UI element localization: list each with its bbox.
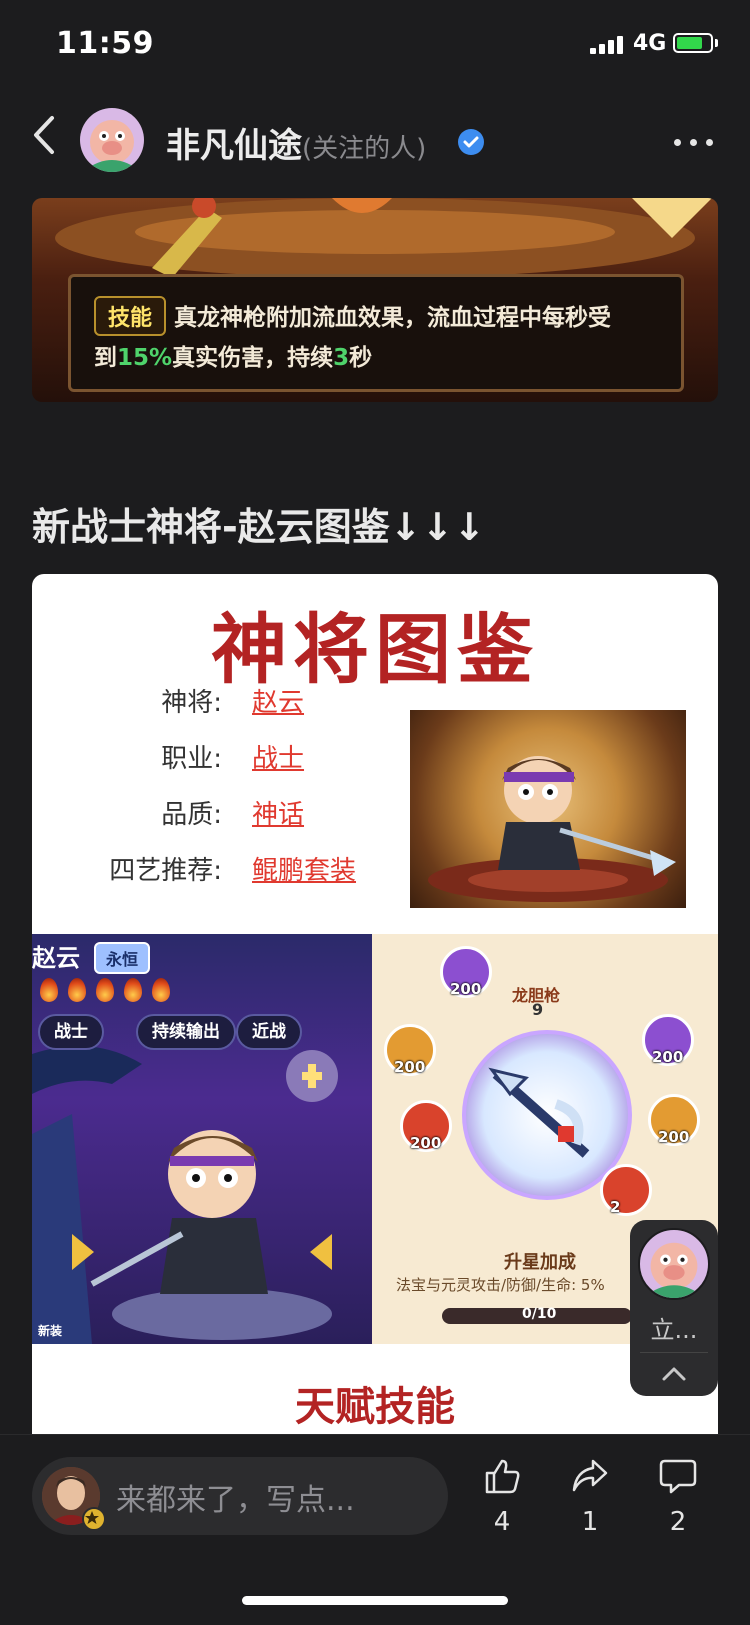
account-title: 非凡仙途: [166, 126, 302, 166]
hero-portrait: [410, 710, 686, 908]
game-hero-name: 赵云: [32, 944, 80, 972]
battery-cap: [715, 39, 718, 47]
account-name[interactable]: 非凡仙途(关注的人): [166, 118, 426, 167]
dot-icon: [706, 139, 713, 146]
skill-text-line2: 到15%真实伤害，持续3秒: [94, 338, 372, 378]
verified-icon: [458, 129, 484, 155]
stat-value: 200: [658, 1128, 690, 1146]
info-key: 品质:: [161, 800, 222, 830]
chevron-left-icon: [34, 116, 54, 154]
comment-input[interactable]: 来都来了，写点...: [32, 1457, 448, 1535]
star-progress-text: 0/10: [522, 1306, 557, 1322]
flame-icon: [68, 978, 86, 1002]
hero-tag: 战士: [38, 1014, 104, 1050]
network-type: 4G: [633, 31, 667, 56]
pig-avatar-icon: [648, 1242, 700, 1298]
divider: [640, 1352, 708, 1353]
chevron-up-icon: [662, 1367, 686, 1381]
stat-value: 200: [652, 1048, 684, 1066]
info-key: 职业:: [161, 744, 222, 774]
flame-icon: [40, 978, 58, 1002]
like-button[interactable]: 4: [472, 1457, 532, 1547]
section-heading: 新战士神将-赵云图鉴↓↓↓: [32, 505, 486, 549]
info-value-link[interactable]: 战士: [252, 738, 304, 775]
floating-author-label[interactable]: 立...: [630, 1310, 718, 1345]
stat-value-partial: 2: [610, 1198, 621, 1216]
share-count: 1: [581, 1507, 599, 1537]
stat-value: 200: [410, 1134, 442, 1152]
rank-badge: 永恒: [94, 942, 151, 974]
home-indicator[interactable]: [242, 1596, 508, 1605]
hero-character-illustration: [428, 756, 676, 902]
back-button[interactable]: [24, 110, 68, 160]
comment-button[interactable]: 2: [648, 1457, 708, 1547]
hero-tag: 近战: [236, 1014, 302, 1050]
floating-author-avatar[interactable]: [638, 1228, 710, 1300]
dot-icon: [674, 139, 681, 146]
upgrade-title: 升星加成: [504, 1252, 576, 1273]
stat-orb: [600, 1164, 652, 1216]
pig-avatar-icon: [88, 120, 136, 172]
skill-text-line1: 真龙神枪附加流血效果，流血过程中每秒受: [174, 305, 611, 331]
dot-icon: [690, 139, 697, 146]
spear-icon: [488, 1067, 590, 1158]
info-key: 神将:: [161, 688, 222, 718]
stat-value: 200: [450, 980, 482, 998]
comment-count: 2: [669, 1507, 687, 1537]
comment-bubble-icon: [659, 1459, 697, 1494]
hero-guide-image[interactable]: 神将图鉴 神将: 赵云 职业: 战士 品质: 神话 四艺推荐: 鲲鹏套装 赵云 …: [32, 574, 718, 1434]
skill-text-a: 到: [94, 345, 117, 371]
talent-heading: 天赋技能: [295, 1384, 455, 1430]
info-key: 四艺推荐:: [109, 856, 222, 886]
skill-tag: 技能: [94, 296, 167, 336]
hero-tag: 持续输出: [136, 1014, 236, 1050]
floating-author-widget[interactable]: 立...: [630, 1220, 718, 1396]
info-value-link[interactable]: 赵云: [252, 682, 304, 719]
vip-star-icon: [82, 1507, 106, 1531]
hero-display-panel: 赵云 永恒 战士 持续输出 近战 新装: [32, 934, 372, 1344]
follow-status: (关注的人): [302, 134, 427, 164]
author-avatar[interactable]: [80, 108, 144, 172]
upgrade-description: 法宝与元灵攻击/防御/生命: 5%: [396, 1276, 605, 1294]
status-time: 11:59: [56, 26, 154, 61]
share-button[interactable]: 1: [560, 1457, 620, 1547]
flame-icon: [96, 978, 114, 1002]
share-icon: [572, 1459, 608, 1492]
comment-placeholder: 来都来了，写点...: [116, 1483, 355, 1518]
info-value-link[interactable]: 鲲鹏套装: [252, 850, 356, 887]
stat-value: 200: [394, 1058, 426, 1076]
flame-icon: [124, 978, 142, 1002]
skill-duration: 3: [333, 345, 350, 371]
info-value-link[interactable]: 神话: [252, 794, 304, 831]
skill-text-c: 秒: [349, 345, 373, 371]
like-count: 4: [493, 1507, 511, 1537]
info-row-recommend: 四艺推荐: 鲲鹏套装: [72, 850, 392, 890]
skill-text-b: 真实伤害，持续: [172, 345, 334, 371]
collapse-button[interactable]: [660, 1364, 688, 1384]
thumbs-up-icon: [485, 1459, 520, 1494]
info-row-quality: 品质: 神话: [72, 794, 392, 834]
weapon-level: 9: [532, 1000, 544, 1019]
more-options-button[interactable]: [672, 130, 716, 154]
battery-icon: [673, 33, 713, 53]
info-row-class: 职业: 战士: [72, 738, 392, 778]
signal-icon: [590, 36, 626, 54]
skill-damage-percent: 15%: [117, 345, 173, 371]
new-outfit-label: 新装: [38, 1324, 63, 1338]
game-screenshot: 赵云 永恒 战士 持续输出 近战 新装 龙胆枪 9 200 200 200 20…: [32, 934, 718, 1344]
flame-icon: [152, 978, 170, 1002]
info-row-hero: 神将: 赵云: [72, 682, 392, 722]
